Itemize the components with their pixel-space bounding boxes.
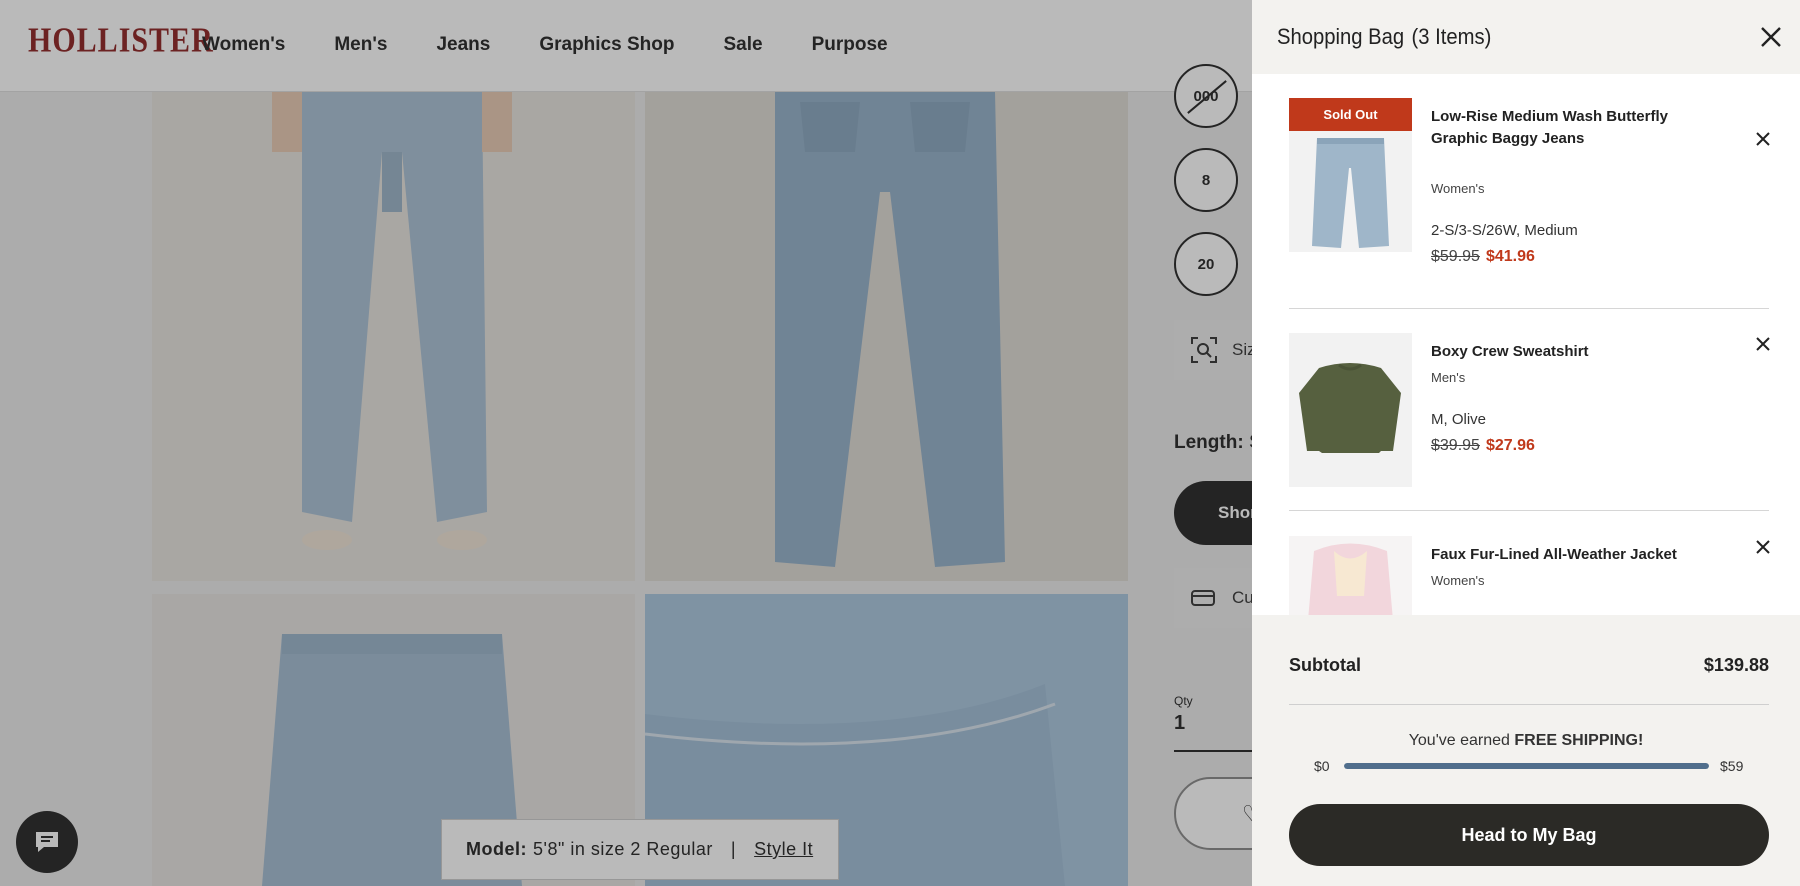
item-price: $39.95 $27.96	[1431, 437, 1535, 455]
item-count: (3 Items)	[1411, 24, 1492, 49]
bag-footer: Subtotal $139.88 You've earned FREE SHIP…	[1252, 615, 1800, 886]
item-thumbnail[interactable]	[1289, 536, 1412, 615]
item-price: $59.95 $41.96	[1431, 248, 1535, 266]
item-name[interactable]: Boxy Crew Sweatshirt	[1431, 341, 1701, 363]
progress-end-label: $59	[1720, 758, 1744, 774]
free-shipping-message: You've earned FREE SHIPPING!	[1252, 732, 1800, 750]
list-item: Faux Fur-Lined All-Weather Jacket Women'…	[1289, 530, 1780, 615]
subtotal-value: $139.88	[1703, 655, 1769, 675]
head-to-bag-button[interactable]: Head to My Bag	[1289, 804, 1769, 866]
shipping-highlight: FREE SHIPPING!	[1514, 732, 1644, 749]
bag-items-list[interactable]: Sold Out Low-Rise Medium Wash Butterfly …	[1252, 74, 1800, 615]
shipping-progress-fill	[1344, 763, 1709, 769]
divider	[1289, 704, 1769, 705]
drawer-title: Shopping Bag (3 Items)	[1277, 24, 1491, 50]
list-item: Sold Out Low-Rise Medium Wash Butterfly …	[1289, 98, 1780, 309]
shipping-progress-bar	[1344, 763, 1709, 769]
drawer-title-text: Shopping Bag	[1277, 24, 1405, 49]
sale-price: $41.96	[1485, 248, 1535, 265]
subtotal-label: Subtotal	[1289, 655, 1361, 675]
sale-price: $27.96	[1485, 437, 1535, 454]
shipping-prefix: You've earned	[1408, 732, 1510, 749]
item-variant: M, Olive	[1431, 411, 1487, 428]
item-category: Men's	[1431, 370, 1466, 385]
item-thumbnail[interactable]: Sold Out	[1289, 98, 1412, 252]
shopping-bag-drawer: Shopping Bag (3 Items) Sold Out Low-Rise …	[1252, 0, 1800, 886]
item-variant: 2-S/3-S/26W, Medium	[1431, 222, 1578, 239]
item-thumbnail[interactable]	[1289, 333, 1412, 487]
close-icon	[1756, 540, 1770, 554]
close-icon[interactable]	[1758, 24, 1784, 50]
remove-item-button[interactable]	[1746, 122, 1780, 156]
original-price: $59.95	[1431, 248, 1480, 265]
modal-backdrop[interactable]	[0, 0, 1252, 886]
item-category: Women's	[1431, 573, 1485, 588]
remove-item-button[interactable]	[1746, 327, 1780, 361]
original-price: $39.95	[1431, 437, 1480, 454]
item-category: Women's	[1431, 181, 1485, 196]
close-icon	[1756, 337, 1770, 351]
drawer-header: Shopping Bag (3 Items)	[1252, 0, 1800, 74]
sold-out-badge: Sold Out	[1289, 98, 1412, 131]
remove-item-button[interactable]	[1746, 530, 1780, 564]
progress-start-label: $0	[1314, 758, 1330, 774]
item-name[interactable]: Faux Fur-Lined All-Weather Jacket	[1431, 544, 1701, 566]
close-icon	[1756, 132, 1770, 146]
item-name[interactable]: Low-Rise Medium Wash Butterfly Graphic B…	[1431, 106, 1701, 150]
list-item: Boxy Crew Sweatshirt Men's M, Olive $39.…	[1289, 327, 1780, 511]
